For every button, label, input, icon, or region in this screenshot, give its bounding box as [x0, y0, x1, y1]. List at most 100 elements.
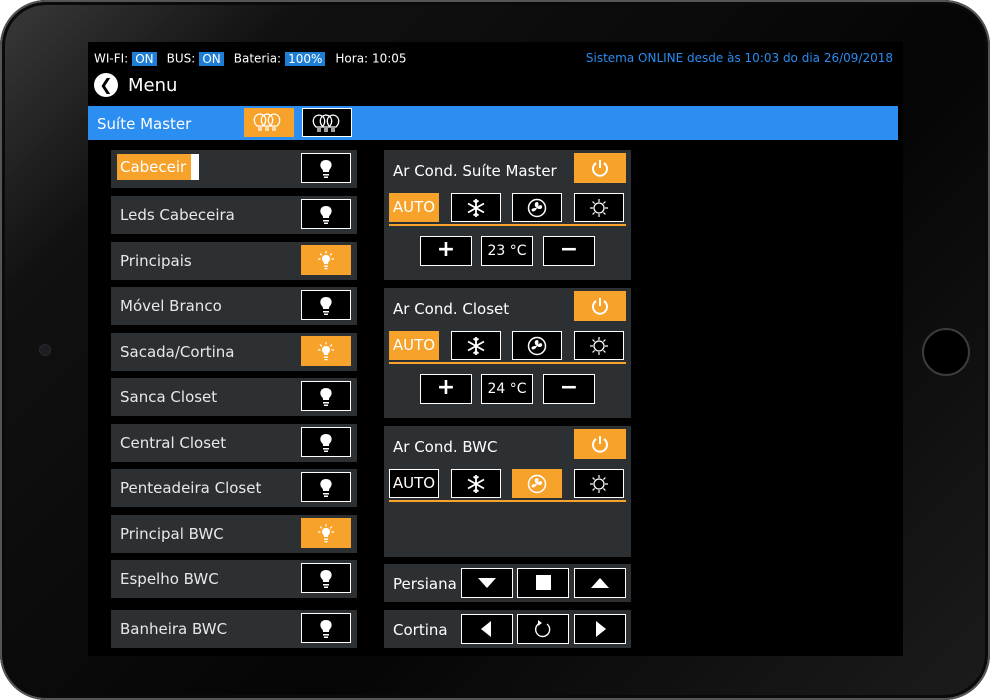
lightbulbs-off-icon	[312, 114, 340, 132]
ac-title: Ar Cond. BWC	[393, 438, 498, 456]
fan-icon	[527, 474, 547, 494]
triangle-left-icon	[481, 621, 491, 637]
bus-label: BUS:	[166, 51, 196, 66]
light-toggle-button[interactable]	[301, 245, 351, 275]
cortina-left-button[interactable]	[461, 614, 513, 644]
ac-power-button[interactable]	[574, 153, 626, 183]
light-label: Móvel Branco	[120, 297, 222, 315]
light-toggle-button[interactable]	[301, 427, 351, 457]
lightbulb-on-icon	[318, 524, 334, 543]
ac-mode-cool-button[interactable]	[451, 469, 501, 498]
light-label: Leds Cabeceira	[120, 206, 235, 224]
time-value: 10:05	[371, 51, 407, 66]
battery-status-badge: 100%	[285, 51, 326, 66]
snowflake-icon	[467, 475, 485, 493]
cortina-control: Cortina	[384, 610, 631, 648]
light-toggle-button[interactable]	[301, 199, 351, 229]
fan-icon	[527, 198, 547, 218]
tablet-frame: WI-FI: ON BUS: ON Bateria: 100% Hora: 10:05 Si…	[0, 0, 990, 700]
temp-increase-button[interactable]: +	[420, 374, 472, 404]
cortina-label: Cortina	[393, 621, 448, 639]
light-toggle-button[interactable]	[301, 336, 351, 366]
light-row: Penteadeira Closet	[111, 469, 357, 507]
light-toggle-button[interactable]	[301, 518, 351, 548]
home-button[interactable]	[922, 328, 970, 376]
arrow-left-circle-icon[interactable]: ❮	[94, 73, 118, 97]
persiana-stop-button[interactable]	[517, 568, 569, 598]
battery-label: Bateria:	[233, 51, 282, 66]
ac-mode-selector: AUTO	[389, 331, 626, 364]
all-lights-off-button[interactable]	[302, 108, 352, 137]
ac-mode-cool-button[interactable]	[451, 331, 501, 360]
ac-mode-selector: AUTO	[389, 193, 626, 226]
rotate-icon	[534, 620, 551, 638]
ac-mode-fan-button[interactable]	[512, 469, 562, 498]
ac-mode-auto-button[interactable]: AUTO	[389, 193, 439, 222]
temperature-display: 24 °C	[481, 374, 533, 404]
ac-mode-fan-button[interactable]	[512, 193, 562, 222]
temp-decrease-button[interactable]: −	[543, 236, 595, 266]
power-icon	[592, 298, 608, 315]
light-row: Sacada/Cortina	[111, 333, 357, 371]
ac-power-button[interactable]	[574, 291, 626, 321]
light-toggle-button[interactable]	[301, 290, 351, 320]
light-label: Penteadeira Closet	[120, 479, 262, 497]
triangle-up-icon	[591, 578, 609, 588]
ac-mode-auto-button[interactable]: AUTO	[389, 331, 439, 360]
ac-mode-fan-button[interactable]	[512, 331, 562, 360]
ac-panel-bwc: Ar Cond. BWC AUTO	[384, 426, 631, 557]
light-toggle-button[interactable]	[301, 613, 351, 643]
light-row: Cabeceir	[111, 150, 357, 188]
light-row: Móvel Branco	[111, 287, 357, 325]
screen: WI-FI: ON BUS: ON Bateria: 100% Hora: 10:05 Si…	[88, 42, 903, 656]
lightbulb-on-icon	[318, 342, 334, 361]
light-label: Espelho BWC	[120, 570, 219, 588]
ac-power-button[interactable]	[574, 429, 626, 459]
lightbulb-on-icon	[318, 251, 334, 270]
light-label: Sacada/Cortina	[120, 343, 235, 361]
page-title[interactable]: Menu	[128, 75, 177, 96]
ac-mode-cool-button[interactable]	[451, 193, 501, 222]
bus-status-badge: ON	[199, 51, 224, 66]
fan-icon	[527, 336, 547, 356]
lightbulbs-on-icon	[253, 113, 281, 131]
cortina-right-button[interactable]	[574, 614, 626, 644]
sun-icon	[590, 475, 608, 493]
temp-decrease-button[interactable]: −	[543, 374, 595, 404]
light-row: Principais	[111, 242, 357, 280]
all-lights-on-button[interactable]	[244, 108, 294, 137]
triangle-down-icon	[478, 578, 496, 588]
ac-mode-selector: AUTO	[389, 469, 626, 502]
persiana-up-button[interactable]	[574, 568, 626, 598]
light-toggle-button[interactable]	[301, 563, 351, 593]
ac-mode-auto-button[interactable]: AUTO	[389, 469, 439, 498]
persiana-control: Persiana	[384, 564, 631, 602]
wifi-status-badge: ON	[132, 51, 157, 66]
lightbulb-icon	[320, 620, 332, 638]
ac-mode-heat-button[interactable]	[574, 331, 624, 360]
ac-mode-heat-button[interactable]	[574, 469, 624, 498]
sun-icon	[590, 337, 608, 355]
ac-mode-heat-button[interactable]	[574, 193, 624, 222]
temp-increase-button[interactable]: +	[420, 236, 472, 266]
light-toggle-button[interactable]	[301, 381, 351, 411]
cortina-toggle-button[interactable]	[517, 614, 569, 644]
lightbulb-icon	[320, 570, 332, 588]
light-row: Banheira BWC	[111, 610, 357, 648]
light-label-input[interactable]: Cabeceir	[117, 154, 200, 180]
camera	[40, 345, 50, 355]
light-row: Principal BWC	[111, 515, 357, 553]
lightbulb-icon	[320, 297, 332, 315]
light-row: Espelho BWC	[111, 560, 357, 598]
persiana-down-button[interactable]	[461, 568, 513, 598]
light-toggle-button[interactable]	[301, 153, 351, 183]
power-icon	[592, 160, 608, 177]
ac-panel-closet: Ar Cond. Closet AUTO + 24 °C −	[384, 288, 631, 418]
light-toggle-button[interactable]	[301, 472, 351, 502]
snowflake-icon	[467, 337, 485, 355]
light-label: Principal BWC	[120, 525, 224, 543]
wifi-label: WI-FI:	[94, 51, 129, 66]
power-icon	[592, 436, 608, 453]
lightbulb-icon	[320, 388, 332, 406]
lightbulb-icon	[320, 434, 332, 452]
